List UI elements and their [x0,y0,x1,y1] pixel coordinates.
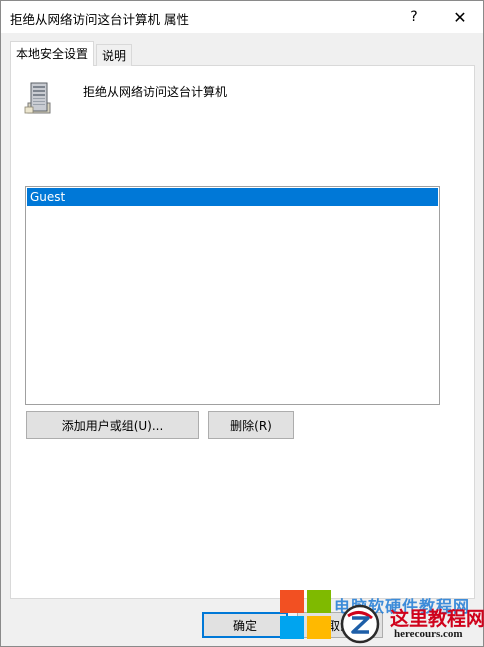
watermark-site-name: 这里教程网 [390,608,484,630]
site-logo-icon [340,604,380,644]
title-bar: 拒绝从网络访问这台计算机 属性 ? ✕ [1,1,483,33]
tab-explain[interactable]: 说明 [96,44,133,66]
tab-local-security-setting[interactable]: 本地安全设置 [10,41,95,66]
list-item[interactable]: Guest [27,188,438,206]
window-title: 拒绝从网络访问这台计算机 属性 [10,12,189,27]
close-icon: ✕ [453,7,467,27]
accounts-list[interactable]: Guest [25,186,440,405]
help-icon: ? [410,9,418,25]
ok-button[interactable]: 确定 [202,612,288,638]
windows-logo-icon [280,590,332,640]
policy-title: 拒绝从网络访问这台计算机 [83,85,228,99]
properties-dialog: 拒绝从网络访问这台计算机 属性 ? ✕ 本地安全设置 说明 拒绝从网络访问这台计… [0,0,484,647]
server-icon [24,82,51,114]
close-button[interactable]: ✕ [437,1,483,33]
help-button[interactable]: ? [391,1,437,33]
remove-button[interactable]: 删除(R) [208,411,294,439]
watermark-site-url: herecours.com [394,628,463,640]
watermark: 电脑软硬件教程网 这里教程网 herecours.com [278,588,484,647]
add-user-or-group-button[interactable]: 添加用户或组(U)... [26,411,199,439]
